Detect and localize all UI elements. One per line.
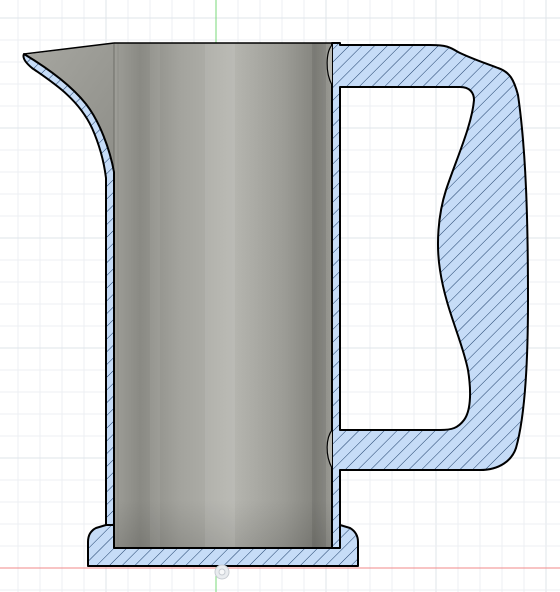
cad-viewport[interactable] [0, 0, 560, 592]
origin-point-icon[interactable] [214, 564, 230, 580]
section-view-canvas[interactable] [0, 0, 560, 592]
pitcher-interior [23, 42, 334, 548]
